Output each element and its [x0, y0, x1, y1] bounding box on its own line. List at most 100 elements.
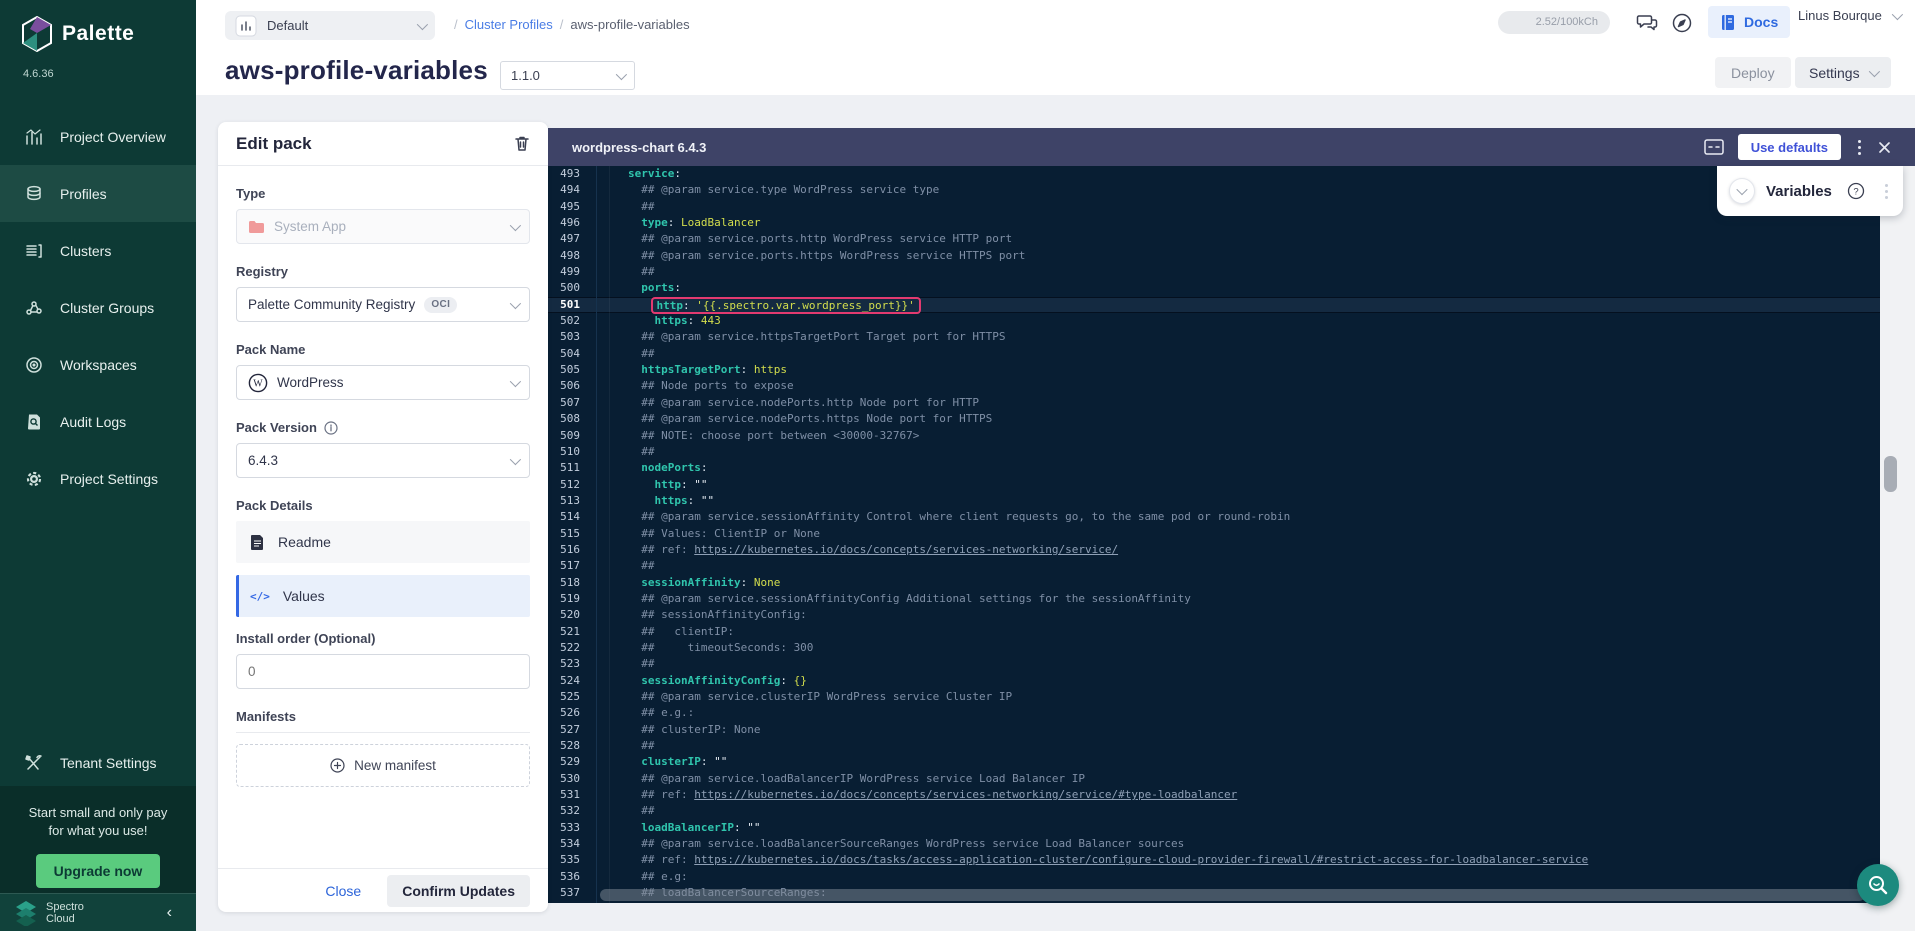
- sidebar-item-cluster-groups[interactable]: Cluster Groups: [0, 279, 196, 336]
- layers-icon: [24, 184, 44, 204]
- spectro-cloud-logo: [14, 900, 38, 926]
- editor-menu-icon[interactable]: [1855, 137, 1864, 158]
- edit-pack-panel: Edit pack Type System App Registry Palet…: [218, 122, 548, 912]
- pack-version-select[interactable]: 6.4.3: [236, 443, 530, 478]
- sidebar-item-workspaces[interactable]: Workspaces: [0, 336, 196, 393]
- code-line-501[interactable]: 501 http: '{{.spectro.var.wordpress_port…: [548, 297, 1880, 313]
- chevron-down-icon: [417, 18, 428, 29]
- use-defaults-button[interactable]: Use defaults: [1738, 134, 1841, 160]
- code-line-533[interactable]: 533 loadBalancerIP: "": [548, 820, 1880, 836]
- upgrade-now-button[interactable]: Upgrade now: [36, 854, 161, 888]
- code-line-530[interactable]: 530 ## @param service.loadBalancerIP Wor…: [548, 771, 1880, 787]
- code-line-520[interactable]: 520 ## sessionAffinityConfig:: [548, 607, 1880, 623]
- code-line-526[interactable]: 526 ## e.g.:: [548, 705, 1880, 721]
- code-line-514[interactable]: 514 ## @param service.sessionAffinity Co…: [548, 509, 1880, 525]
- code-lines: 493service:494 ## @param service.type Wo…: [548, 166, 1880, 903]
- code-line-528[interactable]: 528 ##: [548, 738, 1880, 754]
- book-icon: [1720, 14, 1736, 31]
- code-line-519[interactable]: 519 ## @param service.sessionAffinityCon…: [548, 591, 1880, 607]
- code-line-535[interactable]: 535 ## ref: https://kubernetes.io/docs/t…: [548, 852, 1880, 868]
- code-line-531[interactable]: 531 ## ref: https://kubernetes.io/docs/c…: [548, 787, 1880, 803]
- code-line-517[interactable]: 517 ##: [548, 558, 1880, 574]
- variables-expand-button[interactable]: [1729, 178, 1755, 204]
- install-order-input[interactable]: [236, 654, 530, 689]
- deploy-button[interactable]: Deploy: [1715, 57, 1791, 88]
- sidebar-item-tenant-settings[interactable]: Tenant Settings: [0, 740, 196, 786]
- code-line-494[interactable]: 494 ## @param service.type WordPress ser…: [548, 182, 1880, 198]
- user-name: Linus Bourque: [1798, 8, 1882, 23]
- new-manifest-button[interactable]: New manifest: [236, 744, 530, 787]
- settings-button[interactable]: Settings: [1795, 57, 1891, 88]
- sidebar-item-profiles[interactable]: Profiles: [0, 165, 196, 222]
- code-line-521[interactable]: 521 ## clientIP:: [548, 624, 1880, 640]
- code-line-523[interactable]: 523 ##: [548, 656, 1880, 672]
- code-line-525[interactable]: 525 ## @param service.clusterIP WordPres…: [548, 689, 1880, 705]
- pack-name-select[interactable]: W WordPress: [236, 365, 530, 400]
- code-line-524[interactable]: 524 sessionAffinityConfig: {}: [548, 673, 1880, 689]
- support-search-button[interactable]: [1857, 864, 1899, 906]
- confirm-updates-button[interactable]: Confirm Updates: [387, 875, 530, 907]
- code-line-495[interactable]: 495 ##: [548, 199, 1880, 215]
- registry-select[interactable]: Palette Community Registry OCI: [236, 287, 530, 322]
- scrollbar-thumb[interactable]: [1884, 456, 1897, 492]
- tab-values[interactable]: </> Values: [236, 575, 530, 617]
- code-line-511[interactable]: 511 nodePorts:: [548, 460, 1880, 476]
- code-line-510[interactable]: 510 ##: [548, 444, 1880, 460]
- sidebar-item-project-overview[interactable]: Project Overview: [0, 108, 196, 165]
- docs-button[interactable]: Docs: [1708, 6, 1790, 38]
- palette-logo[interactable]: Palette: [22, 16, 134, 52]
- code-line-536[interactable]: 536 ## e.g:: [548, 869, 1880, 885]
- code-line-503[interactable]: 503 ## @param service.httpsTargetPort Ta…: [548, 329, 1880, 345]
- collapse-sidebar-icon[interactable]: ‹: [167, 904, 182, 922]
- code-line-512[interactable]: 512 http: "": [548, 477, 1880, 493]
- sidebar-item-project-settings[interactable]: Project Settings: [0, 450, 196, 507]
- close-button[interactable]: Close: [325, 883, 361, 899]
- code-line-506[interactable]: 506 ## Node ports to expose: [548, 378, 1880, 394]
- code-line-513[interactable]: 513 https: "": [548, 493, 1880, 509]
- code-line-497[interactable]: 497 ## @param service.ports.http WordPre…: [548, 231, 1880, 247]
- sidebar-item-clusters[interactable]: Clusters: [0, 222, 196, 279]
- profile-version-select[interactable]: 1.1.0: [500, 61, 635, 90]
- code-line-508[interactable]: 508 ## @param service.nodePorts.https No…: [548, 411, 1880, 427]
- code-line-527[interactable]: 527 ## clusterIP: None: [548, 722, 1880, 738]
- page-scrollbar[interactable]: [1880, 166, 1915, 931]
- user-menu[interactable]: Linus Bourque: [1798, 8, 1900, 23]
- code-line-529[interactable]: 529 clusterIP: "": [548, 754, 1880, 770]
- line-number: 499: [548, 264, 596, 280]
- feedback-button[interactable]: [1633, 9, 1661, 37]
- project-selector[interactable]: Default: [225, 11, 435, 40]
- line-number: 523: [548, 656, 596, 672]
- code-line-515[interactable]: 515 ## Values: ClientIP or None: [548, 526, 1880, 542]
- code-line-500[interactable]: 500 ports:: [548, 280, 1880, 296]
- code-line-496[interactable]: 496 type: LoadBalancer: [548, 215, 1880, 231]
- info-icon[interactable]: [324, 421, 338, 435]
- code-line-509[interactable]: 509 ## NOTE: choose port between <30000-…: [548, 428, 1880, 444]
- code-line-538[interactable]: 538 ## - 10.10.10.0/24: [548, 901, 1880, 903]
- code-line-502[interactable]: 502 https: 443: [548, 313, 1880, 329]
- line-number: 516: [548, 542, 596, 558]
- split-view-icon[interactable]: [1704, 139, 1724, 155]
- code-line-522[interactable]: 522 ## timeoutSeconds: 300: [548, 640, 1880, 656]
- close-icon[interactable]: [1878, 141, 1891, 154]
- code-line-534[interactable]: 534 ## @param service.loadBalancerSource…: [548, 836, 1880, 852]
- editor-header: wordpress-chart 6.4.3 Use defaults: [548, 128, 1915, 166]
- tab-readme[interactable]: Readme: [236, 521, 530, 563]
- code-line-505[interactable]: 505 httpsTargetPort: https: [548, 362, 1880, 378]
- code-line-493[interactable]: 493service:: [548, 166, 1880, 182]
- sidebar-item-audit-logs[interactable]: Audit Logs: [0, 393, 196, 450]
- code-line-498[interactable]: 498 ## @param service.ports.https WordPr…: [548, 248, 1880, 264]
- code-line-504[interactable]: 504 ##: [548, 346, 1880, 362]
- variables-help-icon[interactable]: ?: [1847, 182, 1865, 200]
- code-line-518[interactable]: 518 sessionAffinity: None: [548, 575, 1880, 591]
- horizontal-scrollbar[interactable]: [600, 889, 1865, 901]
- code-line-499[interactable]: 499 ##: [548, 264, 1880, 280]
- breadcrumb-link-cluster-profiles[interactable]: Cluster Profiles: [465, 17, 553, 32]
- variables-menu-icon[interactable]: [1882, 181, 1891, 202]
- line-number: 527: [548, 722, 596, 738]
- code-line-516[interactable]: 516 ## ref: https://kubernetes.io/docs/c…: [548, 542, 1880, 558]
- trash-icon[interactable]: [514, 135, 530, 152]
- code-line-507[interactable]: 507 ## @param service.nodePorts.http Nod…: [548, 395, 1880, 411]
- code-line-532[interactable]: 532 ##: [548, 803, 1880, 819]
- help-tour-button[interactable]: [1668, 9, 1696, 37]
- yaml-editor[interactable]: 493service:494 ## @param service.type Wo…: [548, 166, 1880, 903]
